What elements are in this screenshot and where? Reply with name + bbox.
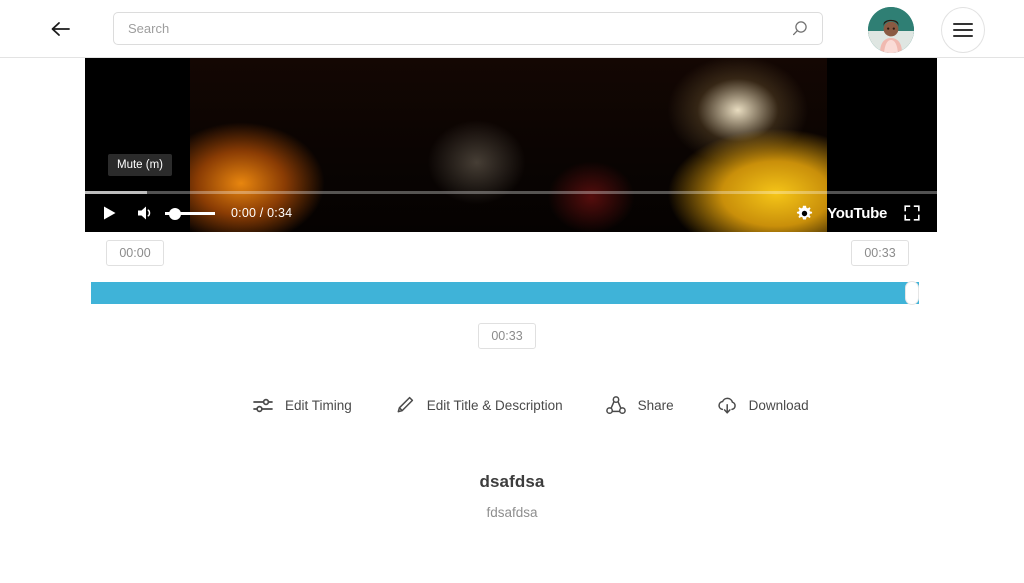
trim-range-slider[interactable] xyxy=(91,281,933,305)
pencil-icon xyxy=(392,392,418,418)
trim-end-input[interactable] xyxy=(851,240,909,266)
edit-title-description-label: Edit Title & Description xyxy=(426,397,563,413)
player-controls: 0:00 / 0:34 YouTube xyxy=(85,194,937,232)
edit-timing-button[interactable]: Edit Timing xyxy=(250,392,352,418)
player-controls-right: YouTube xyxy=(787,194,937,232)
video-player[interactable]: Mute (m) 0:00 / 0:34 YouTube xyxy=(85,58,937,232)
user-avatar-image xyxy=(868,7,914,53)
share-label: Share xyxy=(637,397,674,413)
trim-range-handle-end[interactable] xyxy=(905,281,919,305)
mute-tooltip: Mute (m) xyxy=(108,154,172,176)
settings-button[interactable] xyxy=(787,194,821,232)
time-display: 0:00 / 0:34 xyxy=(231,206,293,220)
video-meta: dsafdsa fdsafdsa xyxy=(0,472,1024,520)
trim-start-input[interactable] xyxy=(106,240,164,266)
arrow-left-icon xyxy=(51,22,70,36)
app-header xyxy=(0,0,1024,58)
cloud-download-icon xyxy=(714,392,740,418)
volume-slider-knob[interactable] xyxy=(169,207,181,220)
sliders-icon xyxy=(250,392,276,418)
trim-duration-input[interactable] xyxy=(478,323,536,349)
hamburger-menu-icon xyxy=(953,19,973,41)
play-icon xyxy=(103,206,115,220)
edit-timing-label: Edit Timing xyxy=(285,397,352,413)
download-label: Download xyxy=(748,397,809,413)
search-submit-button[interactable] xyxy=(778,13,822,44)
download-button[interactable]: Download xyxy=(714,392,809,418)
gear-icon xyxy=(796,205,812,219)
volume-slider[interactable] xyxy=(163,194,217,232)
search-icon xyxy=(792,20,807,35)
edit-title-description-button[interactable]: Edit Title & Description xyxy=(392,392,563,418)
avatar[interactable] xyxy=(868,7,914,53)
video-title: dsafdsa xyxy=(479,472,545,491)
fullscreen-icon xyxy=(904,205,920,221)
trim-range-fill xyxy=(91,281,919,305)
search-input[interactable] xyxy=(114,13,778,44)
back-button[interactable] xyxy=(47,16,75,42)
search-bar[interactable] xyxy=(113,12,823,45)
play-button[interactable] xyxy=(89,194,129,232)
youtube-brand-link[interactable]: YouTube xyxy=(827,205,887,222)
hamburger-menu-button[interactable] xyxy=(941,7,985,53)
share-icon xyxy=(603,392,629,418)
action-toolbar: Edit Timing Edit Title & Description Sha… xyxy=(250,392,809,418)
share-button[interactable]: Share xyxy=(603,392,674,418)
video-description: fdsafdsa xyxy=(486,505,538,520)
volume-icon xyxy=(137,206,150,220)
volume-button[interactable] xyxy=(129,194,163,232)
fullscreen-button[interactable] xyxy=(897,194,927,232)
